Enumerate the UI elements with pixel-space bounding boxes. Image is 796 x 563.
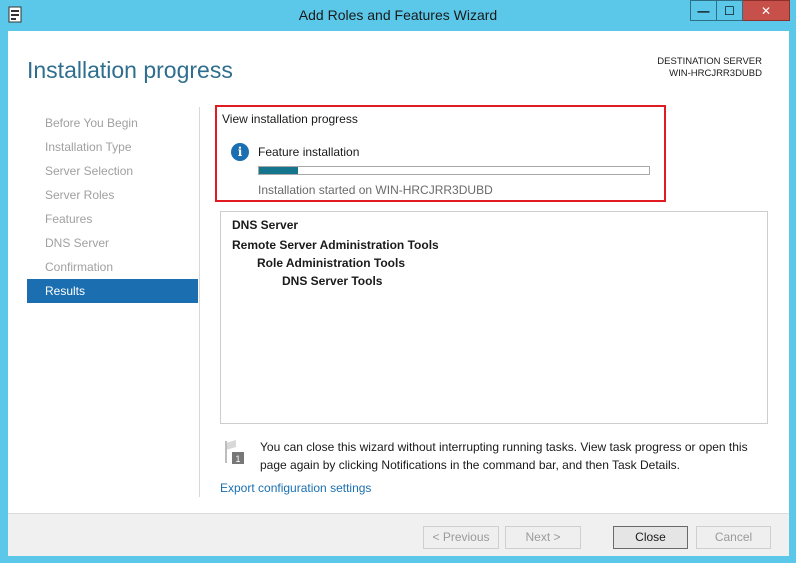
nav-item-before-you-begin: Before You Begin [45,116,138,130]
wizard-window: Add Roles and Features Wizard — ☐ ✕ Inst… [0,0,796,563]
minimize-button[interactable]: — [690,0,717,21]
close-icon: ✕ [760,3,772,18]
result-item-dns-server: DNS Server [232,218,299,232]
export-configuration-link[interactable]: Export configuration settings [220,481,371,495]
cancel-button[interactable]: Cancel [696,526,771,549]
progress-bar-fill [259,167,298,174]
window-title: Add Roles and Features Wizard [298,7,498,23]
info-icon: i [231,143,249,161]
result-item-role-admin-tools: Role Administration Tools [257,256,406,270]
nav-item-confirmation: Confirmation [45,260,114,274]
title-bar[interactable]: Add Roles and Features Wizard — ☐ ✕ [0,0,796,30]
installation-status-text: Installation started on WIN-HRCJRR3DUBD [258,183,493,197]
minimize-icon: — [697,3,710,18]
installation-progress-panel: View installation progress i Feature ins… [215,105,666,202]
wizard-client-area: Installation progress DESTINATION SERVER… [8,31,789,556]
result-item-dns-server-tools: DNS Server Tools [282,274,383,288]
close-window-button[interactable]: ✕ [743,0,790,21]
previous-button[interactable]: < Previous [423,526,499,549]
nav-item-features: Features [45,212,93,226]
svg-text:1: 1 [235,454,240,464]
progress-heading: View installation progress [222,112,358,126]
nav-item-server-selection: Server Selection [45,164,134,178]
nav-item-server-roles: Server Roles [45,188,115,202]
maximize-button[interactable]: ☐ [717,0,743,21]
wizard-footer: < Previous Next > Close Cancel [8,513,789,556]
destination-server-info: DESTINATION SERVER WIN-HRCJRR3DUBD [657,56,762,80]
notification-flag-icon: 1 [225,440,244,464]
nav-divider [199,107,200,497]
window-controls: — ☐ ✕ [690,0,790,21]
wizard-nav: Before You Begin Installation Type Serve… [27,111,198,303]
nav-item-installation-type: Installation Type [45,140,132,154]
page-title: Installation progress [27,57,233,83]
nav-item-dns-server: DNS Server [45,236,110,250]
results-list[interactable]: DNS Server Remote Server Administration … [220,211,768,424]
close-button[interactable]: Close [613,526,688,549]
maximize-icon: ☐ [724,3,735,18]
next-button[interactable]: Next > [505,526,581,549]
destination-label: DESTINATION SERVER [657,56,762,67]
feature-installation-label: Feature installation [258,145,360,159]
close-wizard-note: You can close this wizard without interr… [260,440,748,472]
destination-server-name: WIN-HRCJRR3DUBD [669,68,762,79]
installation-progress-bar [258,166,650,175]
result-item-rsat: Remote Server Administration Tools [232,238,439,252]
nav-item-results[interactable]: Results [27,279,198,303]
